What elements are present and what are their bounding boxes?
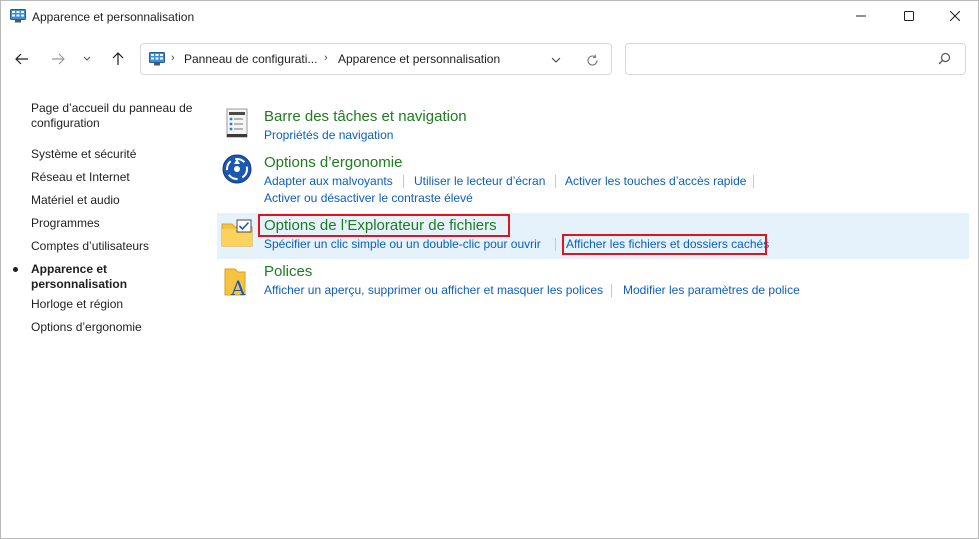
task-separator: [403, 175, 404, 188]
close-button[interactable]: [932, 1, 978, 31]
sidebar-item-hardware-sound[interactable]: Matériel et audio: [31, 193, 196, 208]
sidebar-item-appearance: Apparence et personnalisation: [31, 262, 128, 291]
folder-options-icon: [221, 218, 253, 250]
category-title-ease-of-access[interactable]: Options d’ergonomie: [264, 154, 402, 171]
refresh-button[interactable]: [584, 52, 600, 68]
sidebar-item-programs[interactable]: Programmes: [31, 216, 196, 231]
category-fonts: A Polices Afficher un aperçu, supprimer …: [217, 262, 969, 302]
breadcrumb-separator-icon[interactable]: ›: [171, 52, 175, 64]
breadcrumb-appearance[interactable]: Apparence et personnalisation: [338, 52, 500, 66]
breadcrumb-separator-icon[interactable]: ›: [324, 52, 328, 64]
task-sticky-keys[interactable]: Activer les touches d’accès rapide: [565, 174, 746, 188]
current-item-bullet: [13, 267, 18, 272]
address-dropdown-button[interactable]: [548, 52, 564, 68]
task-high-contrast[interactable]: Activer ou désactiver le contraste élevé: [264, 191, 473, 205]
recent-locations-button[interactable]: [77, 45, 97, 73]
back-button[interactable]: [9, 45, 35, 73]
search-box[interactable]: [625, 43, 966, 75]
category-ease-of-access: Options d’ergonomie Adapter aux malvoyan…: [217, 153, 969, 209]
task-single-double-click[interactable]: Spécifier un clic simple ou un double-cl…: [264, 237, 541, 251]
category-title-taskbar[interactable]: Barre des tâches et navigation: [264, 108, 467, 125]
sidebar-item-system-security[interactable]: Système et sécurité: [31, 147, 196, 162]
control-panel-icon: [10, 9, 26, 23]
forward-button[interactable]: [45, 45, 71, 73]
task-separator: [555, 175, 556, 188]
search-input[interactable]: [632, 50, 932, 70]
annotation-box-hidden-files: [562, 234, 767, 255]
task-preview-fonts[interactable]: Afficher un aperçu, supprimer ou affiche…: [264, 283, 603, 297]
task-separator: [555, 238, 556, 251]
task-optimize-visual[interactable]: Adapter aux malvoyants: [264, 174, 393, 188]
address-bar[interactable]: › Panneau de configurati... › Apparence …: [140, 43, 612, 75]
control-panel-window: Apparence et personnalisation › Panneau …: [0, 0, 979, 539]
svg-text:A: A: [230, 276, 246, 297]
task-separator: [753, 175, 754, 188]
maximize-button[interactable]: [886, 1, 932, 31]
breadcrumb-control-panel[interactable]: Panneau de configurati...: [184, 52, 317, 66]
minimize-icon: [856, 15, 866, 17]
search-icon[interactable]: [938, 52, 951, 70]
sidebar-item-network-internet[interactable]: Réseau et Internet: [31, 170, 196, 185]
task-font-settings[interactable]: Modifier les paramètres de police: [623, 283, 800, 297]
sidebar-item-clock-region[interactable]: Horloge et région: [31, 297, 196, 312]
task-screen-reader[interactable]: Utiliser le lecteur d’écran: [414, 174, 545, 188]
up-button[interactable]: [105, 45, 131, 73]
maximize-icon: [904, 11, 914, 21]
chevron-down-icon: [83, 56, 91, 61]
taskbar-icon: [221, 107, 253, 139]
window-title: Apparence et personnalisation: [32, 10, 195, 24]
category-taskbar: Barre des tâches et navigation Propriété…: [217, 107, 969, 147]
arrow-up-icon: [112, 52, 124, 65]
task-separator: [611, 284, 612, 297]
control-panel-icon: [149, 52, 165, 71]
close-icon: [950, 11, 960, 21]
chevron-down-icon: [551, 57, 561, 63]
sidebar-item-user-accounts[interactable]: Comptes d’utilisateurs: [31, 239, 196, 254]
arrow-left-icon: [15, 53, 28, 65]
fonts-icon: A: [221, 265, 253, 300]
task-navigation-properties[interactable]: Propriétés de navigation: [264, 128, 393, 142]
refresh-icon: [586, 54, 598, 66]
annotation-box-title: [258, 214, 510, 237]
minimize-button[interactable]: [838, 1, 884, 31]
category-title-fonts[interactable]: Polices: [264, 263, 312, 280]
sidebar-item-control-panel-home[interactable]: Page d’accueil du panneau de configurati…: [31, 101, 196, 131]
sidebar-item-ease-of-access[interactable]: Options d’ergonomie: [31, 320, 196, 335]
arrow-right-icon: [52, 53, 65, 65]
title-bar[interactable]: Apparence et personnalisation: [1, 1, 978, 33]
ease-of-access-icon: [221, 153, 253, 185]
